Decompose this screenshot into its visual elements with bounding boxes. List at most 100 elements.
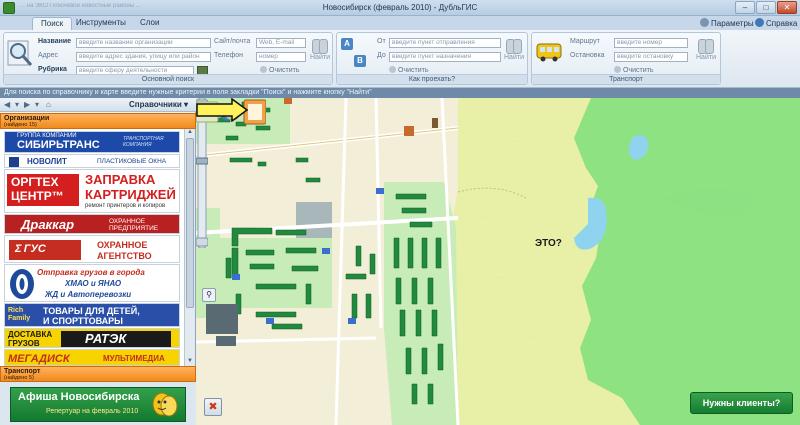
organizations-title: Организации (4, 115, 50, 122)
transport-route-input[interactable]: введите номер (614, 38, 688, 48)
home-icon[interactable]: ⌂ (46, 100, 51, 109)
route-from-label: От (377, 38, 386, 45)
transport-section[interactable]: Транспорт (найдено 5) (0, 366, 196, 382)
forward-arrow-icon[interactable]: ▶ (24, 100, 30, 109)
address-input[interactable]: введите адрес здания, улицу или район (76, 52, 211, 62)
route-to-label: До (377, 52, 386, 59)
binoculars-icon (505, 36, 523, 54)
group-title-transport: Транспорт (532, 74, 720, 84)
ad-argus[interactable]: Σ ГУС ОХРАННОЕ АГЕНТСТВО (4, 235, 180, 263)
svg-text:· · ·: · · · (712, 121, 717, 125)
ad-richfamily[interactable]: Rich Family ТОВАРЫ ДЛЯ ДЕТЕЙ, И СПОРТТОВ… (4, 303, 180, 327)
route-find-button[interactable]: Найти (503, 36, 525, 61)
svg-text:· · ·: · · · (484, 215, 489, 219)
name-input[interactable]: введите название организации (76, 38, 211, 48)
ad-sibirtrans[interactable]: ГРУППА КОМПАНИЙ СИБИРЬТРАНС ТРАНСПОРТНАЯ… (4, 131, 180, 153)
ribbon-tabs: Поиск Инструменты Слои Параметры Справка (0, 16, 800, 30)
ads-scrollbar[interactable]: ▲ ▼ (184, 129, 195, 366)
hint-bar: Для поиска по справочнику и карте введит… (0, 88, 800, 98)
route-b-icon: B (354, 55, 366, 67)
group-title-route: Как проехать? (337, 74, 527, 84)
route-clear-button[interactable]: Очистить (389, 66, 428, 74)
tab-tools[interactable]: Инструменты (68, 17, 134, 30)
address-label: Адрес (38, 52, 59, 59)
clients-button[interactable]: Нужны клиенты? (690, 392, 793, 414)
afisha-title: Афиша Новосибирска (18, 391, 140, 403)
scroll-down-icon[interactable]: ▼ (185, 358, 195, 366)
transport-find-button[interactable]: Найти (694, 36, 718, 61)
phone-label: Телефон (214, 52, 244, 59)
left-panel: ◀ ▾ ▶ ▾ ⌂ Справочники ▾ Организации (най… (0, 98, 196, 425)
scroll-thumb[interactable] (186, 138, 194, 308)
binoculars-icon (311, 36, 329, 54)
route-from-input[interactable]: введите пункт отправления (389, 38, 501, 48)
callout-arrow (196, 98, 248, 122)
transport-stop-input[interactable]: введите остановку (614, 52, 688, 62)
app-window: ... на ЭКСП ключевой новостные районы ..… (0, 0, 800, 425)
scroll-up-icon[interactable]: ▲ (185, 129, 195, 137)
help-link[interactable]: Справка (755, 18, 797, 28)
afisha-subtitle: Репертуар на февраль 2010 (46, 408, 139, 415)
organizations-section[interactable]: Организации (найдено 15) (0, 113, 196, 129)
map-canvas[interactable]: · · · · · · · · · · · · · · · · · · (196, 98, 800, 425)
ad-ratek[interactable]: ДОСТАВКА ГРУЗОВ РАТЭК (4, 328, 180, 348)
bus-icon (536, 43, 562, 62)
close-button[interactable]: ✕ (777, 1, 797, 14)
binoculars-icon (697, 36, 715, 54)
fullscreen-icon[interactable]: ✖ (204, 398, 222, 416)
theater-masks-icon (152, 392, 178, 417)
ad-cargo[interactable]: Отправка грузов в города ХМАО и ЯНАО ЖД … (4, 264, 180, 302)
transport-clear-button[interactable]: Очистить (614, 66, 653, 74)
route-to-input[interactable]: введите пункт назначения (389, 52, 501, 62)
ads-list: ГРУППА КОМПАНИЙ СИБИРЬТРАНС ТРАНСПОРТНАЯ… (0, 129, 184, 366)
transport-count: (найдено 5) (4, 375, 34, 381)
svg-text:· · ·: · · · (528, 335, 533, 339)
transport-title: Транспорт (4, 368, 41, 375)
tab-search[interactable]: Поиск (32, 17, 73, 30)
main-clear-button[interactable]: Очистить (260, 66, 299, 74)
afisha-banner[interactable]: Афиша Новосибирска Репертуар на февраль … (10, 387, 186, 422)
site-label: Сайт/почта (214, 38, 251, 45)
tab-layers[interactable]: Слои (132, 17, 167, 30)
novolit-logo-icon (9, 157, 19, 167)
callout-text: ЭТО? (535, 238, 562, 249)
transport-route-label: Маршрут (570, 38, 600, 45)
search-magnifier-icon (7, 40, 33, 66)
ribbon: Название введите название организации Ад… (0, 30, 800, 88)
chevron-down-icon[interactable]: ▾ (15, 100, 19, 109)
name-label: Название (38, 38, 72, 45)
phone-input[interactable]: номер (256, 52, 306, 62)
clear-icon (260, 66, 267, 73)
group-main-search: Название введите название организации Ад… (3, 32, 333, 85)
params-link[interactable]: Параметры (700, 18, 754, 28)
organizations-count: (найдено 15) (4, 122, 37, 128)
ad-drakkar[interactable]: Драккар ОХРАННОЕ ПРЕДПРИЯТИЕ (4, 214, 180, 234)
ad-novolit[interactable]: НОВОЛИТ ПЛАСТИКОВЫЕ ОКНА (4, 154, 180, 168)
help-icon (755, 18, 764, 27)
site-input[interactable]: Web, E-mail (256, 38, 306, 48)
cargo-logo-icon (10, 269, 34, 299)
group-title-main-search: Основной поиск (4, 74, 332, 84)
maximize-button[interactable]: □ (756, 1, 776, 14)
directories-menu[interactable]: Справочники ▾ (129, 100, 188, 109)
clear-icon (389, 66, 396, 73)
transport-stop-label: Остановка (570, 52, 605, 59)
map-view[interactable]: · · · · · · · · · · · · · · · · · · ◀ ⚲ ЭТО? (196, 98, 800, 425)
panel-navbar: ◀ ▾ ▶ ▾ ⌂ Справочники ▾ (0, 98, 196, 112)
ad-megadisk[interactable]: МЕГАДИСК МУЛЬТИМЕДИА (4, 349, 180, 366)
rubric-label: Рубрика (38, 66, 67, 73)
ruler-icon[interactable]: ⚲ (202, 288, 216, 302)
minimize-button[interactable]: – (735, 1, 755, 14)
svg-text:· · ·: · · · (510, 139, 515, 143)
window-title: Новосибирск (февраль 2010) - ДубльГИС (322, 3, 478, 12)
svg-text:· · ·: · · · (628, 219, 633, 223)
title-bar: ... на ЭКСП ключевой новостные районы ..… (0, 0, 800, 16)
gear-icon (700, 18, 709, 27)
svg-text:· · ·: · · · (496, 275, 501, 279)
chevron-down-icon[interactable]: ▾ (35, 100, 39, 109)
ad-orgtech[interactable]: ОРГТЕХ ЦЕНТР™ ЗАПРАВКА КАРТРИДЖЕЙ ремонт… (4, 169, 180, 213)
back-arrow-icon[interactable]: ◀ (4, 100, 10, 109)
clear-icon (614, 66, 621, 73)
main-find-button[interactable]: Найти (309, 36, 331, 61)
group-transport: Маршрут введите номер Остановка введите … (531, 32, 721, 85)
